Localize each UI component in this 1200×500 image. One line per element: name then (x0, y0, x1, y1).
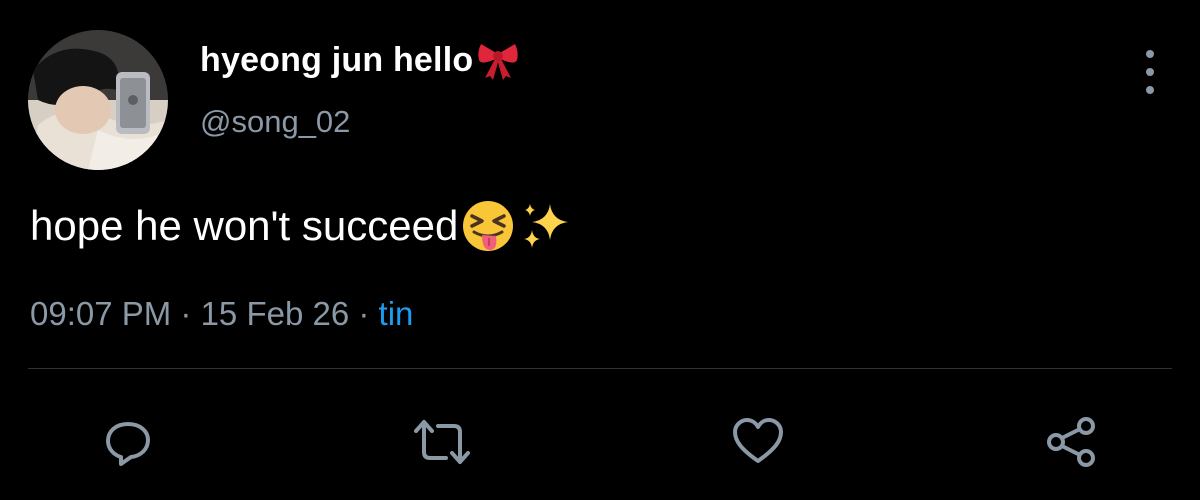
tweet-source-link[interactable]: tin (379, 295, 414, 333)
avatar-photo (28, 30, 168, 170)
tweet-date[interactable]: 15 Feb 26 (201, 295, 350, 333)
tweet-meta: 09:07 PM · 15 Feb 26 · tin (30, 295, 413, 333)
retweet-icon (414, 420, 470, 464)
more-dot-icon (1146, 68, 1154, 76)
heart-icon (733, 418, 783, 463)
meta-separator: · (171, 295, 201, 332)
display-name[interactable]: hyeong jun hello (200, 41, 473, 80)
action-bar (0, 400, 1200, 480)
more-dot-icon (1146, 50, 1154, 58)
share-icon (1047, 417, 1095, 467)
like-button[interactable] (726, 410, 790, 474)
tweet-card: hyeong jun hello @song_02 hope he won't … (0, 0, 1200, 500)
reply-icon (106, 422, 150, 466)
reply-button[interactable] (96, 410, 160, 474)
sparkles-icon (518, 198, 574, 254)
avatar[interactable] (28, 30, 168, 170)
retweet-button[interactable] (410, 410, 474, 474)
more-options-button[interactable] (1140, 50, 1160, 94)
more-dot-icon (1146, 86, 1154, 94)
divider (28, 368, 1172, 369)
ribbon-bow-icon (475, 40, 521, 80)
author-name-row[interactable]: hyeong jun hello (200, 38, 521, 82)
squinting-face-with-tongue-icon (460, 198, 516, 254)
share-button[interactable] (1040, 410, 1104, 474)
author-handle[interactable]: @song_02 (200, 104, 350, 140)
tweet-text: hope he won't succeed (30, 202, 459, 249)
tweet-time[interactable]: 09:07 PM (30, 295, 171, 333)
tweet-body: hope he won't succeed (30, 196, 574, 256)
meta-separator: · (349, 295, 379, 332)
